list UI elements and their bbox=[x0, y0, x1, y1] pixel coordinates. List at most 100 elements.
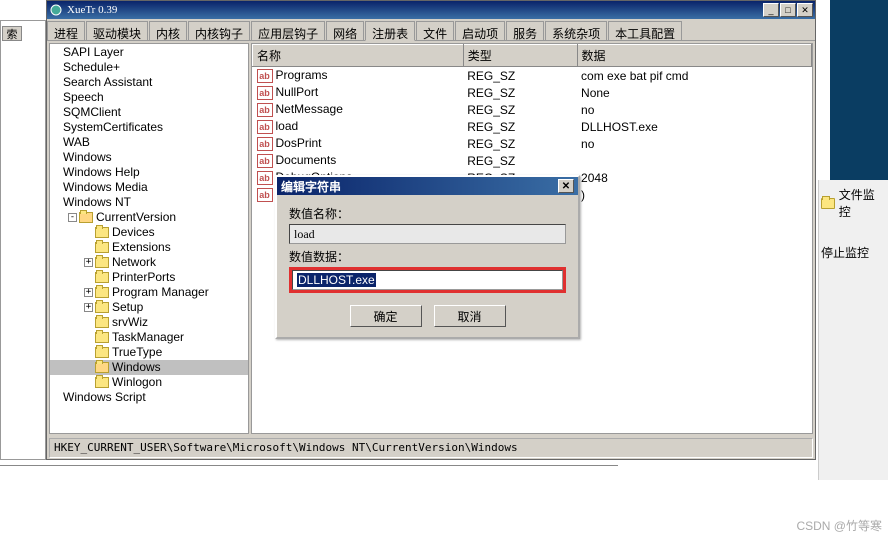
tree-item[interactable]: Windows Script bbox=[50, 390, 248, 405]
value-data-input[interactable]: DLLHOST.exe bbox=[292, 270, 563, 290]
value-name-label: 数值名称： bbox=[289, 205, 566, 222]
table-row[interactable]: abNullPortREG_SZNone bbox=[253, 84, 812, 101]
tree-item[interactable]: Devices bbox=[50, 225, 248, 240]
tree-item[interactable]: Windows bbox=[50, 360, 248, 375]
cancel-button[interactable]: 取消 bbox=[434, 305, 506, 327]
maximize-button[interactable]: □ bbox=[780, 3, 796, 17]
tab-4[interactable]: 应用层钩子 bbox=[251, 21, 325, 40]
ok-button[interactable]: 确定 bbox=[350, 305, 422, 327]
tree-label: SAPI Layer bbox=[63, 45, 124, 60]
table-row[interactable]: abloadREG_SZDLLHOST.exe bbox=[253, 118, 812, 135]
table-row[interactable]: abDosPrintREG_SZno bbox=[253, 135, 812, 152]
string-value-icon: ab bbox=[257, 69, 273, 83]
tree-item[interactable]: +Program Manager bbox=[50, 285, 248, 300]
table-row[interactable]: abProgramsREG_SZcom exe bat pif cmd bbox=[253, 67, 812, 85]
stop-monitor-label: 停止监控 bbox=[821, 244, 869, 261]
expand-icon[interactable]: + bbox=[84, 258, 93, 267]
tree-item[interactable]: WAB bbox=[50, 135, 248, 150]
tree-item[interactable]: SAPI Layer bbox=[50, 45, 248, 60]
stop-monitor-item[interactable]: 停止监控 bbox=[821, 242, 886, 263]
highlight-annotation: DLLHOST.exe bbox=[289, 267, 566, 293]
tree-label: Windows bbox=[63, 150, 112, 165]
expand-icon[interactable]: + bbox=[84, 303, 93, 312]
tree-label: Windows Help bbox=[63, 165, 140, 180]
status-bar: HKEY_CURRENT_USER\Software\Microsoft\Win… bbox=[49, 438, 813, 458]
tree-item[interactable]: Search Assistant bbox=[50, 75, 248, 90]
tree-label: CurrentVersion bbox=[96, 210, 176, 225]
titlebar[interactable]: XueTr 0.39 _ □ ✕ bbox=[47, 1, 815, 19]
side-panel: 文件监控 停止监控 bbox=[818, 180, 888, 480]
string-value-icon: ab bbox=[257, 86, 273, 100]
folder-icon bbox=[95, 362, 109, 373]
tree-item[interactable]: Extensions bbox=[50, 240, 248, 255]
folder-icon bbox=[95, 377, 109, 388]
folder-icon bbox=[95, 272, 109, 283]
tree-label: Devices bbox=[112, 225, 155, 240]
tree-item[interactable]: TrueType bbox=[50, 345, 248, 360]
left-toolbar-label: 索 bbox=[2, 26, 22, 41]
file-monitor-item[interactable]: 文件监控 bbox=[821, 184, 886, 222]
tree-item[interactable]: - CurrentVersion bbox=[50, 210, 248, 225]
tab-3[interactable]: 内核钩子 bbox=[188, 21, 250, 40]
tree-item[interactable]: srvWiz bbox=[50, 315, 248, 330]
tree-item[interactable]: Speech bbox=[50, 90, 248, 105]
tree-item[interactable]: SQMClient bbox=[50, 105, 248, 120]
string-value-icon: ab bbox=[257, 154, 273, 168]
tree-label: Speech bbox=[63, 90, 104, 105]
watermark: CSDN @竹等寒 bbox=[796, 517, 882, 534]
tree-label: Winlogon bbox=[112, 375, 162, 390]
tree-item[interactable]: PrinterPorts bbox=[50, 270, 248, 285]
close-button[interactable]: ✕ bbox=[797, 3, 813, 17]
table-row[interactable]: abNetMessageREG_SZno bbox=[253, 101, 812, 118]
table-row[interactable]: abDocumentsREG_SZ bbox=[253, 152, 812, 169]
tree-label: Windows Script bbox=[63, 390, 146, 405]
tree-label: TaskManager bbox=[112, 330, 184, 345]
minimize-button[interactable]: _ bbox=[763, 3, 779, 17]
tree-label: Schedule+ bbox=[63, 60, 120, 75]
collapse-icon[interactable]: - bbox=[68, 213, 77, 222]
folder-icon bbox=[95, 227, 109, 238]
tab-2[interactable]: 内核 bbox=[149, 21, 187, 40]
folder-icon bbox=[95, 332, 109, 343]
column-header[interactable]: 数据 bbox=[577, 45, 811, 67]
tree-item[interactable]: Schedule+ bbox=[50, 60, 248, 75]
tab-11[interactable]: 本工具配置 bbox=[608, 21, 682, 40]
tree-item[interactable]: +Network bbox=[50, 255, 248, 270]
registry-tree[interactable]: SAPI LayerSchedule+Search AssistantSpeec… bbox=[49, 43, 249, 434]
dialog-title: 编辑字符串 bbox=[281, 178, 341, 195]
string-value-icon: ab bbox=[257, 171, 273, 185]
tree-item[interactable]: TaskManager bbox=[50, 330, 248, 345]
tree-label: Windows Media bbox=[63, 180, 148, 195]
tree-item[interactable]: SystemCertificates bbox=[50, 120, 248, 135]
tab-6[interactable]: 注册表 bbox=[365, 21, 415, 41]
tab-10[interactable]: 系统杂项 bbox=[545, 21, 607, 40]
file-monitor-label: 文件监控 bbox=[839, 186, 886, 220]
string-value-icon: ab bbox=[257, 103, 273, 117]
dialog-titlebar[interactable]: 编辑字符串 ✕ bbox=[277, 177, 578, 195]
column-header[interactable]: 名称 bbox=[253, 45, 464, 67]
tab-0[interactable]: 进程 bbox=[47, 21, 85, 40]
tab-7[interactable]: 文件 bbox=[416, 21, 454, 40]
tab-5[interactable]: 网络 bbox=[326, 21, 364, 40]
tree-item[interactable]: +Setup bbox=[50, 300, 248, 315]
dialog-close-button[interactable]: ✕ bbox=[558, 179, 574, 193]
tab-1[interactable]: 驱动模块 bbox=[86, 21, 148, 40]
window-title: XueTr 0.39 bbox=[67, 4, 759, 16]
tree-label: srvWiz bbox=[112, 315, 148, 330]
edit-string-dialog: 编辑字符串 ✕ 数值名称： 数值数据： DLLHOST.exe 确定 取消 bbox=[275, 175, 580, 339]
tree-item[interactable]: Windows NT bbox=[50, 195, 248, 210]
tree-label: TrueType bbox=[112, 345, 162, 360]
expand-icon[interactable]: + bbox=[84, 288, 93, 297]
column-header[interactable]: 类型 bbox=[463, 45, 577, 67]
tree-item[interactable]: Windows Media bbox=[50, 180, 248, 195]
tab-8[interactable]: 启动项 bbox=[455, 21, 505, 40]
tree-item[interactable]: Windows Help bbox=[50, 165, 248, 180]
folder-icon bbox=[95, 257, 109, 268]
tree-item[interactable]: Windows bbox=[50, 150, 248, 165]
tree-label: Windows NT bbox=[63, 195, 131, 210]
tab-bar: 进程驱动模块内核内核钩子应用层钩子网络注册表文件启动项服务系统杂项本工具配置 bbox=[47, 19, 815, 41]
folder-icon bbox=[95, 287, 109, 298]
tree-item[interactable]: Winlogon bbox=[50, 375, 248, 390]
tab-9[interactable]: 服务 bbox=[506, 21, 544, 40]
tree-label: Search Assistant bbox=[63, 75, 152, 90]
